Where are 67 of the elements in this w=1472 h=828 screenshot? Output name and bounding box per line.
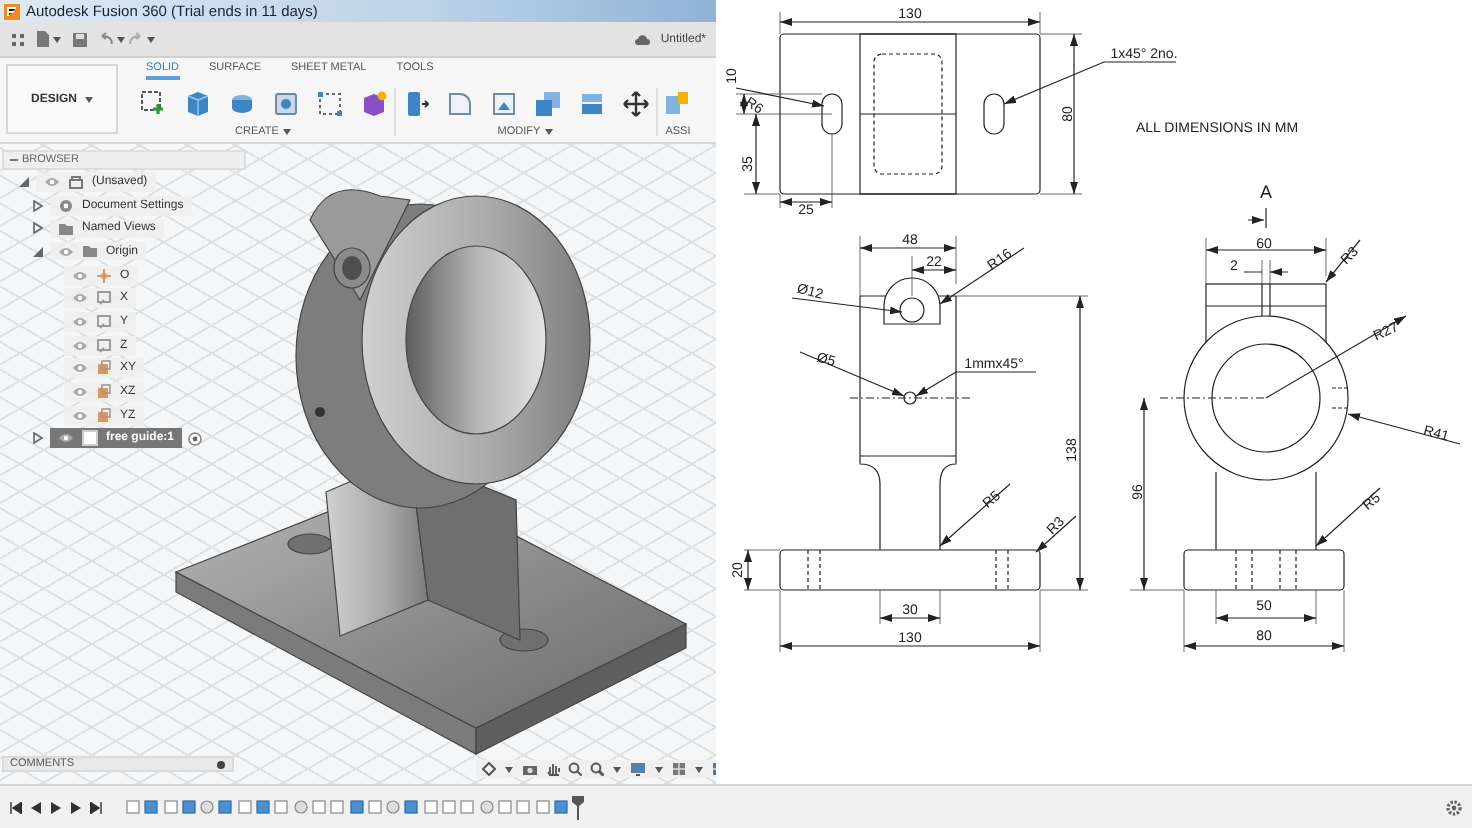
orbit-icon[interactable]	[482, 762, 496, 776]
cloud-icon	[634, 33, 651, 45]
eye-icon[interactable]	[72, 292, 88, 305]
undo-icon[interactable]	[98, 32, 114, 46]
section-label: A	[1260, 182, 1272, 202]
gear-icon	[58, 197, 74, 214]
zoom-window-icon[interactable]	[590, 762, 604, 776]
cube-icon[interactable]	[184, 90, 212, 118]
previous-icon[interactable]	[30, 801, 42, 813]
axis-icon	[96, 337, 112, 354]
caret-icon[interactable]	[504, 765, 514, 773]
app-logo-icon	[4, 3, 20, 19]
caret-icon	[282, 128, 293, 136]
file-icon[interactable]	[36, 30, 50, 48]
sketch-plus-icon[interactable]	[140, 90, 168, 118]
save-icon[interactable]	[72, 31, 88, 47]
joint-icon[interactable]	[664, 90, 692, 118]
last-frame-icon[interactable]	[90, 801, 102, 813]
caret-icon[interactable]	[116, 35, 126, 43]
eye-icon[interactable]	[72, 315, 88, 328]
camera-icon[interactable]	[522, 762, 538, 776]
grid-icon[interactable]	[672, 762, 686, 776]
eye-icon[interactable]	[58, 432, 74, 445]
expand-arrow-icon[interactable]	[18, 175, 30, 188]
eye-icon[interactable]	[44, 175, 60, 188]
play-icon[interactable]	[50, 801, 62, 813]
eye-icon[interactable]	[72, 339, 88, 352]
expand-arrow-icon[interactable]	[32, 432, 44, 445]
expand-arrow-icon[interactable]	[32, 245, 44, 258]
grid-menu-icon[interactable]	[10, 31, 26, 47]
pin-icon[interactable]	[216, 759, 226, 769]
cylinder-icon[interactable]	[228, 90, 256, 118]
body-icon	[82, 430, 98, 447]
eye-icon[interactable]	[72, 409, 88, 422]
caret-icon[interactable]	[612, 765, 622, 773]
caret-icon[interactable]	[146, 35, 156, 43]
pan-icon[interactable]	[546, 762, 560, 776]
eye-icon[interactable]	[72, 362, 88, 375]
caret-icon[interactable]	[694, 765, 704, 773]
caret-icon	[83, 95, 93, 103]
first-frame-icon[interactable]	[10, 801, 22, 813]
caret-icon[interactable]	[52, 35, 62, 43]
component-icon	[68, 173, 84, 190]
caret-icon	[544, 128, 555, 136]
timeline-marker-icon[interactable]	[572, 795, 585, 819]
move-arrows-icon[interactable]	[622, 90, 650, 118]
layered-cube-icon[interactable]	[578, 90, 606, 118]
axis-icon	[96, 290, 112, 307]
panel-icon[interactable]	[272, 90, 300, 118]
dotted-square-icon[interactable]	[316, 90, 344, 118]
caret-icon[interactable]	[654, 765, 664, 773]
target-icon[interactable]	[188, 431, 203, 446]
eye-icon[interactable]	[72, 386, 88, 399]
eye-icon[interactable]	[58, 245, 74, 258]
square-icon[interactable]	[490, 90, 518, 118]
expand-arrow-icon[interactable]	[32, 199, 44, 212]
settings-icon[interactable]	[1446, 799, 1462, 815]
expand-arrow-icon[interactable]	[32, 222, 44, 235]
star-box-icon[interactable]	[360, 90, 388, 118]
zoom-icon[interactable]	[568, 762, 582, 776]
collapse-icon[interactable]	[10, 156, 18, 164]
display-icon[interactable]	[630, 762, 646, 776]
stacked-cube-icon[interactable]	[534, 90, 562, 118]
eye-icon[interactable]	[72, 269, 88, 282]
origin-point-icon	[96, 267, 112, 284]
next-icon[interactable]	[70, 801, 82, 813]
axis-icon	[96, 313, 112, 330]
